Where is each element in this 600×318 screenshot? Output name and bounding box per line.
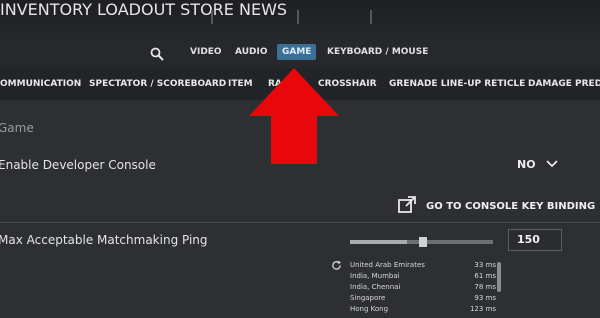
settings-navigation: VIDEO AUDIO GAME KEYBOARD / MOUSE — [0, 40, 600, 68]
tab-game[interactable]: GAME — [277, 44, 317, 60]
ping-region-name: United Arab Emirates — [350, 261, 425, 269]
tab-video[interactable]: VIDEO — [190, 47, 222, 57]
ping-region-row: United Arab Emirates 33 ms — [350, 260, 496, 271]
ping-region-value: 93 ms — [474, 294, 496, 302]
ping-region-list: United Arab Emirates 33 ms India, Mumbai 61… — [350, 260, 496, 315]
ping-region-value: 78 ms — [474, 283, 496, 291]
developer-console-dropdown[interactable]: NO — [517, 158, 558, 171]
console-key-binding-button[interactable]: GO TO CONSOLE KEY BINDING — [398, 196, 595, 217]
main-navigation: INVENTORY LOADOUT STORE NEWS — [0, 0, 600, 40]
ping-region-row: India, Mumbai 61 ms — [350, 271, 496, 282]
ping-region-value: 61 ms — [474, 272, 496, 280]
ping-region-name: Hong Kong — [350, 305, 389, 313]
nav-separator — [211, 10, 213, 24]
developer-console-label: Enable Developer Console — [0, 158, 156, 172]
tab-keyboard-mouse[interactable]: KEYBOARD / MOUSE — [327, 47, 428, 57]
ping-region-name: India, Chennai — [350, 283, 401, 291]
ping-region-name: Singapore — [350, 294, 386, 302]
ping-region-value: 123 ms — [469, 305, 496, 313]
tab-audio[interactable]: AUDIO — [235, 47, 267, 57]
ping-region-value: 33 ms — [474, 261, 496, 269]
matchmaking-ping-label: Max Acceptable Matchmaking Ping — [0, 233, 208, 247]
console-key-binding-label: GO TO CONSOLE KEY BINDING — [426, 201, 596, 212]
nav-inventory[interactable]: INVENTORY — [0, 0, 92, 19]
red-arrow-annotation — [249, 68, 339, 164]
nav-store[interactable]: STORE — [180, 0, 234, 19]
matchmaking-ping-slider[interactable] — [350, 237, 493, 247]
ping-region-row: Hong Kong 123 ms — [350, 304, 496, 315]
nav-loadout[interactable]: LOADOUT — [97, 0, 175, 19]
ping-region-name: India, Mumbai — [350, 272, 400, 280]
row-divider — [0, 222, 600, 223]
chevron-down-icon — [545, 158, 558, 171]
refresh-icon[interactable] — [331, 260, 342, 274]
ping-region-row: Singapore 93 ms — [350, 293, 496, 304]
tab-communication[interactable]: OMMUNICATION — [0, 79, 81, 89]
section-title: Game — [0, 121, 34, 135]
external-link-icon — [398, 196, 416, 217]
search-icon[interactable] — [150, 46, 164, 65]
slider-fill — [350, 240, 408, 244]
tab-spectator-scoreboard[interactable]: SPECTATOR / SCOREBOARD — [89, 79, 226, 89]
tab-damage-prediction[interactable]: DAMAGE PREDIC — [528, 79, 600, 89]
nav-separator — [370, 10, 372, 24]
tab-grenade-lineup-reticle[interactable]: GRENADE LINE-UP RETICLE — [389, 79, 525, 89]
slider-thumb[interactable] — [419, 237, 428, 247]
developer-console-value: NO — [517, 158, 536, 171]
ping-list-scrollbar[interactable] — [497, 262, 501, 292]
ping-region-row: India, Chennai 78 ms — [350, 282, 496, 293]
nav-separator — [297, 10, 299, 24]
matchmaking-ping-input[interactable]: 150 — [508, 229, 562, 251]
nav-news[interactable]: NEWS — [239, 0, 287, 19]
